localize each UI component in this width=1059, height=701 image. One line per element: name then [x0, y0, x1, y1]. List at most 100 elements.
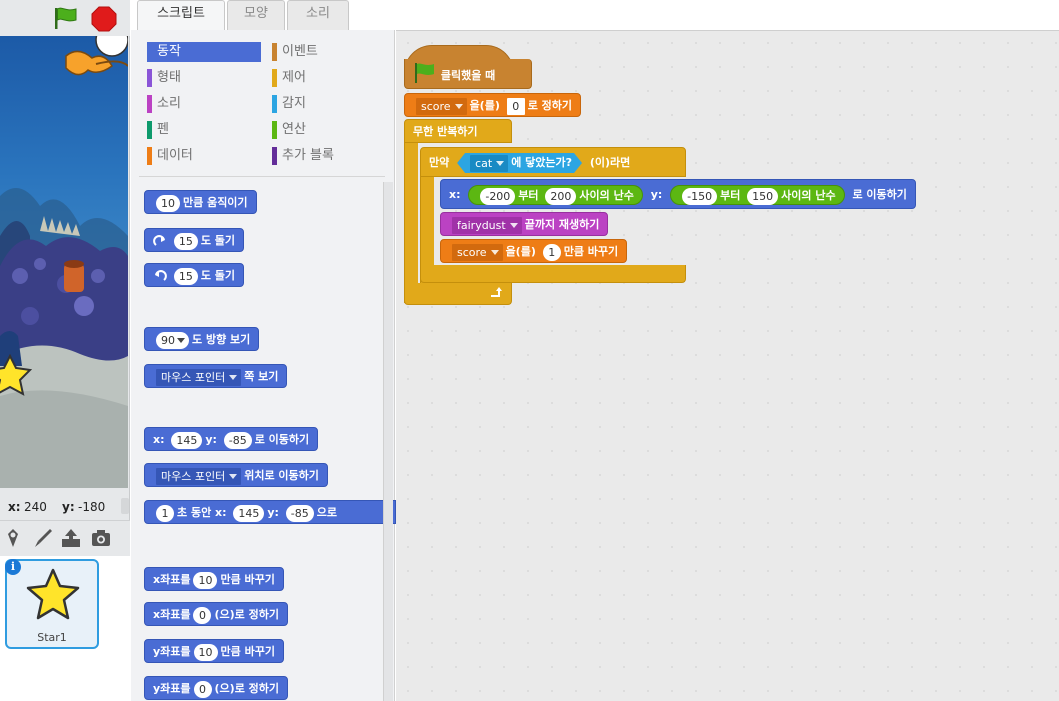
block-turn-right[interactable]: 15 도 돌기 [144, 228, 245, 252]
touching-condition[interactable]: cat 에 닿았는가? [457, 153, 582, 173]
pick-random-y[interactable]: -150 부터 150 사이의 난수 [670, 185, 845, 205]
y-input[interactable]: -85 [223, 431, 252, 449]
scripts-area[interactable]: 클릭했을 때 score 을(를) 0로 정하기 무한 반복하기 만약 cat … [396, 30, 1059, 701]
camera-icon[interactable] [90, 527, 112, 549]
upload-sprite-icon[interactable] [60, 527, 82, 549]
block-text: 사이의 난수 [781, 189, 836, 202]
category-motion[interactable]: 동작 [147, 42, 261, 62]
value-input[interactable]: 0 [193, 680, 212, 698]
direction-dropdown[interactable]: 90 [156, 331, 189, 349]
seconds-input[interactable]: 1 [156, 504, 174, 522]
info-icon[interactable]: i [5, 559, 21, 575]
block-text: 도 돌기 [200, 269, 236, 282]
variable-dropdown[interactable]: score [416, 97, 467, 115]
pick-random-x[interactable]: -200 부터 200 사이의 난수 [468, 185, 643, 205]
block-text: 초 동안 x: [177, 506, 227, 519]
block-text: (이)라면 [589, 156, 631, 169]
block-point-towards[interactable]: 마우스 포인터 쪽 보기 [144, 364, 288, 388]
block-goto-random[interactable]: x: -200 부터 200 사이의 난수 y: -150 부터 150 사이의 난수 … [440, 179, 916, 209]
block-text: 부터 [720, 189, 741, 202]
block-change-y[interactable]: y좌표를 10 만큼 바꾸기 [144, 639, 284, 663]
value-input[interactable]: 1 [542, 243, 561, 261]
y-label: y: [62, 500, 75, 514]
tab-scripts[interactable]: 스크립트 [137, 0, 225, 31]
choose-sprite-icon[interactable] [2, 527, 24, 549]
stop-icon[interactable] [91, 6, 117, 32]
category-looks[interactable]: 형태 [147, 68, 261, 88]
degrees-input[interactable]: 15 [173, 267, 198, 285]
loop-arrow-icon [491, 287, 502, 297]
block-text: 만큼 움직이기 [183, 196, 248, 209]
category-events[interactable]: 이벤트 [272, 42, 386, 62]
x-input[interactable]: 145 [233, 504, 265, 522]
random-to-input[interactable]: 150 [747, 187, 779, 205]
x-input[interactable]: 145 [171, 431, 203, 449]
block-text: 도 돌기 [200, 234, 236, 247]
block-text: y좌표를 [153, 682, 191, 695]
category-sound[interactable]: 소리 [147, 94, 261, 114]
block-set-y[interactable]: y좌표를 0 (으)로 정하기 [144, 676, 289, 700]
block-move-steps[interactable]: 10 만큼 움직이기 [144, 190, 257, 214]
block-text: 쪽 보기 [244, 370, 279, 383]
category-sensing[interactable]: 감지 [272, 94, 386, 114]
category-data[interactable]: 데이터 [147, 146, 261, 166]
forever-header[interactable]: 무한 반복하기 [404, 119, 512, 143]
block-text: 로 이동하기 [852, 188, 907, 201]
steps-input[interactable]: 10 [156, 194, 180, 212]
target-dropdown[interactable]: 마우스 포인터 [156, 368, 242, 386]
tab-costumes[interactable]: 모양 [227, 0, 285, 30]
random-to-input[interactable]: 200 [545, 187, 577, 205]
palette-scrollbar[interactable] [383, 182, 393, 701]
category-more-blocks[interactable]: 추가 블록 [272, 146, 386, 166]
block-goto-target[interactable]: 마우스 포인터 위치로 이동하기 [144, 463, 328, 487]
tab-sounds[interactable]: 소리 [287, 0, 349, 30]
value-input[interactable]: 0 [506, 97, 525, 115]
category-pen[interactable]: 펜 [147, 120, 261, 140]
category-label: 추가 블록 [282, 148, 334, 163]
block-play-sound-until-done[interactable]: fairydust 끝까지 재생하기 [440, 212, 609, 236]
category-operators[interactable]: 연산 [272, 120, 386, 140]
rotate-left-icon [155, 270, 167, 281]
degrees-input[interactable]: 15 [173, 232, 198, 250]
category-control[interactable]: 제어 [272, 68, 386, 88]
touching-target-dropdown[interactable]: cat [470, 155, 508, 172]
x-label: x: [449, 188, 461, 201]
block-glide[interactable]: 1초 동안 x: 145 y: -85 으로 [144, 500, 396, 524]
block-set-x[interactable]: x좌표를 0 (으)로 정하기 [144, 602, 288, 626]
block-text: 을(를) [469, 99, 500, 112]
variable-dropdown[interactable]: score [452, 243, 503, 261]
category-label: 연산 [282, 122, 306, 137]
y-input[interactable]: -85 [285, 504, 314, 522]
sound-dropdown[interactable]: fairydust [452, 216, 522, 234]
target-dropdown[interactable]: 마우스 포인터 [156, 467, 242, 485]
random-from-input[interactable]: -150 [682, 187, 718, 205]
green-flag-icon[interactable] [52, 6, 80, 30]
block-change-x[interactable]: x좌표를 10 만큼 바꾸기 [144, 567, 284, 591]
sprite-thumbnail[interactable]: i Star1 [5, 559, 99, 649]
value-input[interactable]: 0 [193, 606, 212, 624]
if-header[interactable]: 만약 cat 에 닿았는가? (이)라면 [420, 147, 686, 177]
category-label: 소리 [157, 96, 181, 111]
block-text: 로 정하기 [527, 99, 573, 112]
star-sprite-icon [26, 568, 80, 620]
x-label: x: [8, 500, 21, 514]
block-set-variable[interactable]: score 을(를) 0로 정하기 [404, 93, 582, 117]
category-label: 형태 [157, 70, 181, 85]
value-input[interactable]: 10 [193, 643, 218, 661]
block-turn-left[interactable]: 15 도 돌기 [144, 263, 245, 287]
x-label: x: [153, 433, 165, 446]
stage-column: x: 240 y: -180 i Star1 [0, 0, 130, 701]
paint-brush-icon[interactable] [32, 527, 54, 549]
block-text: (으)로 정하기 [214, 682, 280, 695]
block-goto-xy[interactable]: x: 145 y: -85 로 이동하기 [144, 427, 319, 451]
collapse-handle[interactable] [121, 498, 129, 514]
block-point-direction[interactable]: 90 도 방향 보기 [144, 327, 260, 351]
hat-block-body[interactable]: 클릭했을 때 [404, 59, 532, 89]
rotate-right-icon [153, 235, 165, 246]
script-when-flag-clicked[interactable]: 클릭했을 때 [404, 45, 532, 91]
random-from-input[interactable]: -200 [480, 187, 516, 205]
block-text: 만큼 바꾸기 [220, 573, 275, 586]
value-input[interactable]: 10 [193, 571, 218, 589]
block-change-variable[interactable]: score 을(를) 1 만큼 바꾸기 [440, 239, 628, 263]
stage-canvas[interactable] [0, 36, 128, 488]
